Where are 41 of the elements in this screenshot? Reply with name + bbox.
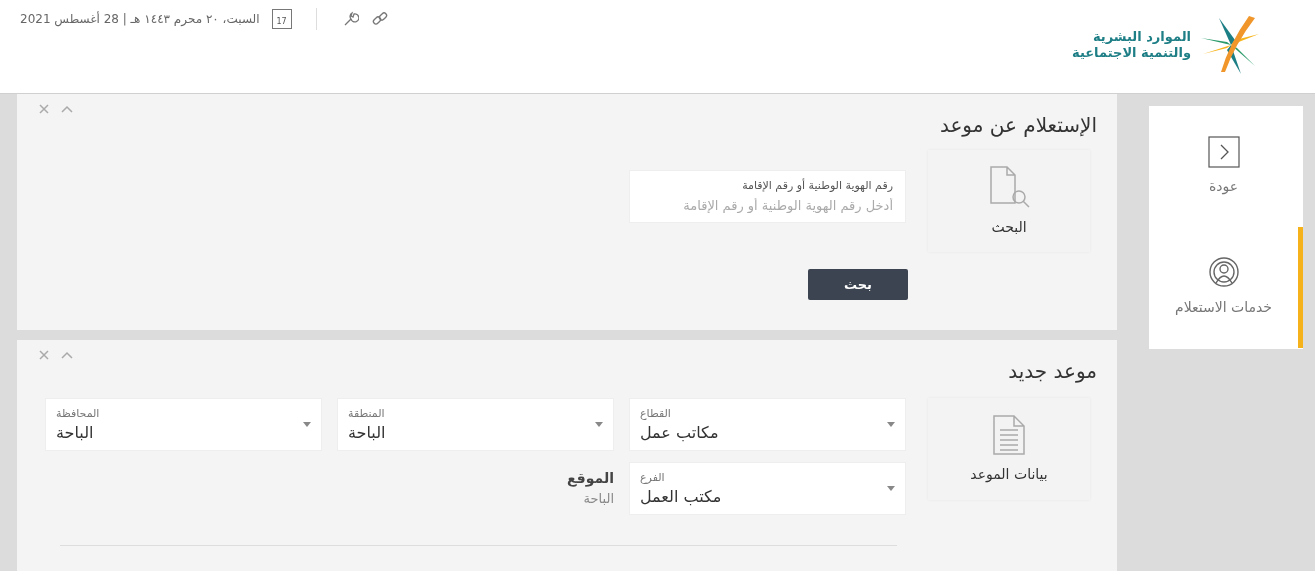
field-label: المحافظة: [56, 406, 100, 423]
document-search-icon: [987, 164, 1031, 209]
dropdown-field[interactable]: القطاع مكاتب عمل: [629, 398, 906, 451]
field-value: الباحة: [56, 422, 94, 443]
calendar-icon: 17: [271, 9, 292, 29]
search-button[interactable]: بحث: [808, 269, 908, 300]
panel-title: موعد جديد: [1008, 358, 1098, 385]
field-value: مكاتب عمل: [640, 422, 719, 443]
card-label: بيانات الموعد: [970, 464, 1048, 485]
date-text: السبت، ٢٠ محرم ١٤٤٣ هـ | 28 أغسطس 2021: [20, 10, 260, 28]
field-label: رقم الهوية الوطنية أو رقم الإقامة: [742, 177, 893, 194]
logo-text: الموارد البشرية: [1092, 29, 1191, 45]
close-icon[interactable]: [39, 104, 49, 114]
person-broadcast-icon: [1207, 257, 1240, 289]
field-value: الباحة: [348, 422, 386, 443]
panel-title: الإستعلام عن موعد: [939, 112, 1098, 139]
dropdown-caret-icon: [887, 486, 895, 491]
dropdown-caret-icon: [595, 422, 603, 427]
sidebar-item[interactable]: خدمات الاستعلام: [1149, 227, 1303, 348]
link-icon[interactable]: [370, 10, 389, 28]
card-background[interactable]: بيانات الموعد: [928, 398, 1090, 500]
dropdown-caret-icon: [887, 422, 895, 427]
document-icon: [992, 413, 1026, 456]
field-label: القطاع: [640, 406, 671, 423]
card-label: البحث: [991, 217, 1027, 237]
card-background[interactable]: البحث: [928, 150, 1090, 252]
collapse-icon[interactable]: [61, 105, 73, 113]
field-value: مكتب العمل: [640, 486, 722, 507]
location-label: الموقع: [567, 469, 614, 489]
location-value: الباحة: [583, 490, 614, 509]
chevron-right-icon: [1207, 136, 1240, 168]
logo-text: والتنمية الاجتماعية: [1072, 45, 1191, 61]
dropdown-field[interactable]: المحافظة الباحة: [45, 398, 322, 451]
sidebar-item[interactable]: عودة: [1149, 106, 1303, 227]
field-label: الفرع: [640, 470, 665, 487]
dropdown-field[interactable]: المنطقة الباحة: [337, 398, 614, 451]
collapse-icon[interactable]: [61, 351, 73, 359]
dropdown-caret-icon: [303, 422, 311, 427]
dropdown-field[interactable]: الفرع مكتب العمل: [629, 462, 906, 515]
field-label: المنطقة: [348, 406, 385, 423]
close-icon[interactable]: [39, 350, 49, 360]
